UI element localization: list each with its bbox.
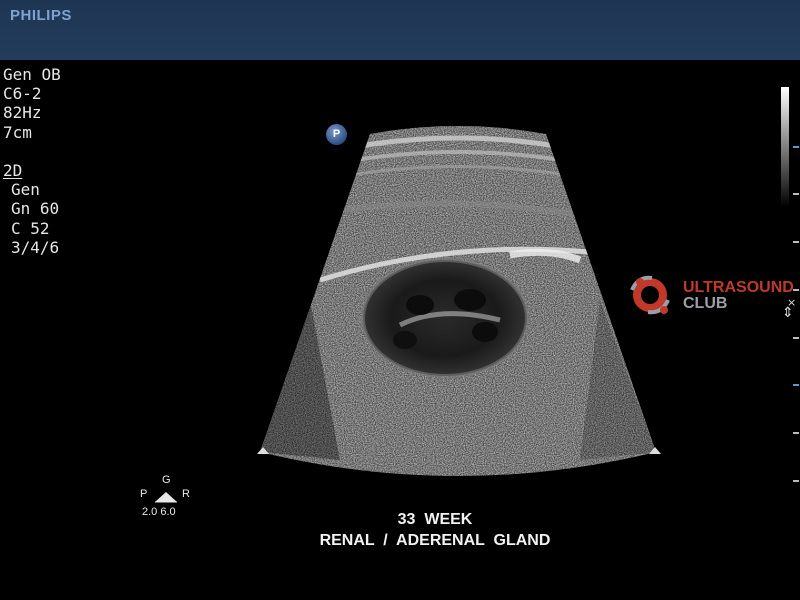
depth-scale-tick bbox=[793, 241, 799, 243]
orientation-indicator: G P R 2.0 6.0 bbox=[136, 474, 196, 524]
orientation-top-label: G bbox=[162, 474, 171, 486]
image-caption: 33 WEEK RENAL / ADERENAL GLAND bbox=[300, 509, 570, 551]
mode-setting-label: Gen bbox=[11, 180, 40, 200]
preset-label: Gen OB bbox=[3, 65, 61, 84]
depth-scale-tick bbox=[793, 337, 799, 339]
persistence-label: 3/4/6 bbox=[11, 237, 60, 257]
imaging-parameters-panel: Gen OB C6-2 82Hz 7cm 2D Gen Gn 60 C 52 3… bbox=[3, 65, 61, 257]
frame-rate-label: 82Hz bbox=[3, 103, 42, 123]
brand-logo: PHILIPS bbox=[10, 7, 72, 24]
depth-scale-tick bbox=[793, 146, 799, 148]
orientation-left-label: P bbox=[140, 488, 148, 500]
focus-arrow-icon: ⇕ bbox=[782, 305, 794, 321]
caption-line1: 33 WEEK bbox=[397, 511, 473, 528]
depth-scale-tick bbox=[793, 193, 799, 195]
orientation-right-label: R bbox=[182, 488, 190, 500]
compression-label: C 52 bbox=[11, 218, 50, 238]
ultrasound-image bbox=[257, 126, 661, 476]
depth-scale-tick bbox=[793, 289, 799, 291]
orientation-values: 2.0 6.0 bbox=[142, 506, 176, 518]
caption-line2: RENAL / ADERENAL GLAND bbox=[319, 532, 551, 549]
mode-label: 2D bbox=[3, 160, 23, 180]
depth-scale-tick bbox=[793, 432, 799, 434]
top-header-bar: PHILIPS bbox=[0, 0, 800, 60]
grayscale-bar bbox=[781, 87, 789, 207]
depth-label: 7cm bbox=[3, 122, 32, 142]
orientation-triangle-icon bbox=[155, 492, 177, 503]
depth-scale-tick bbox=[793, 480, 799, 482]
depth-scale-tick bbox=[793, 384, 799, 386]
watermark-line2: CLUB bbox=[683, 295, 728, 312]
ultrasound-club-logo-icon bbox=[630, 275, 670, 315]
gain-label: Gn 60 bbox=[11, 199, 60, 219]
probe-label: C6-2 bbox=[3, 84, 42, 104]
